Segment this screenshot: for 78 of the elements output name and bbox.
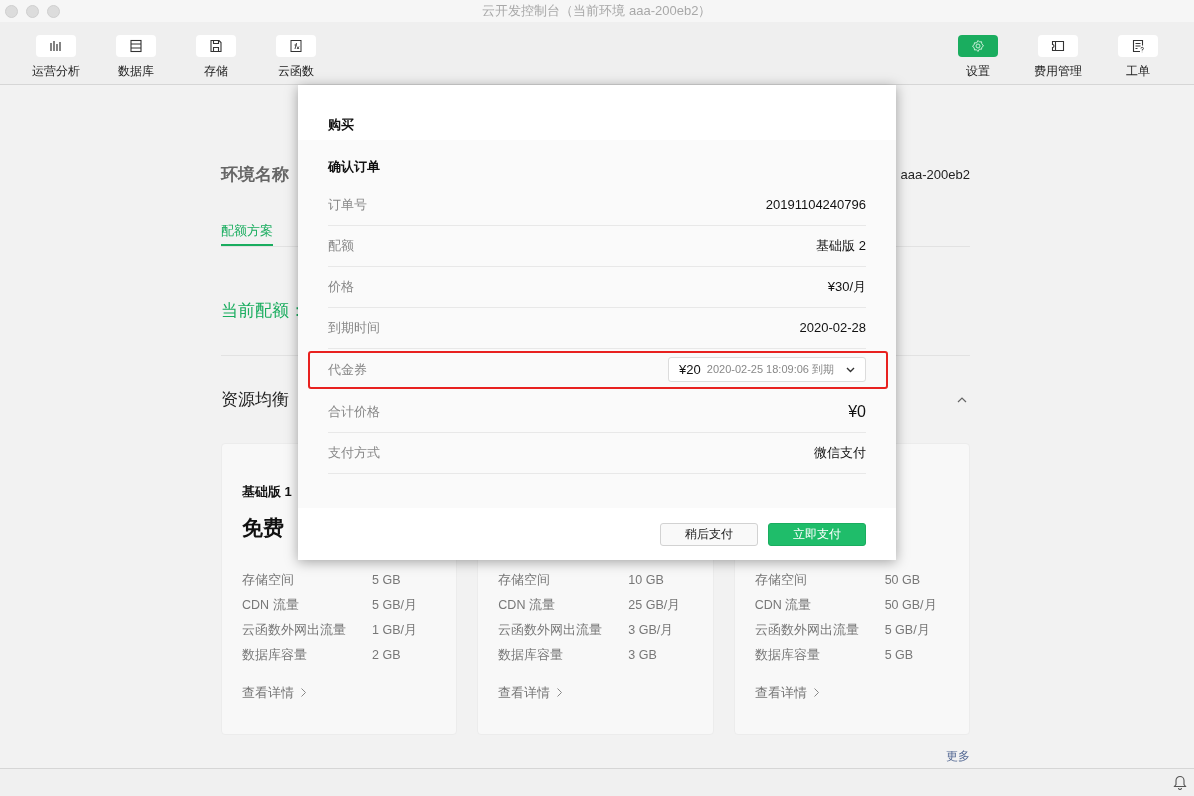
field-label: 合计价格	[328, 402, 380, 421]
form-icon	[1131, 39, 1145, 53]
spec-value: 5 GB/月	[884, 622, 930, 640]
section-title: 资源均衡	[221, 389, 289, 412]
pay-later-button[interactable]: 稍后支付	[660, 522, 758, 546]
chevron-right-icon	[301, 688, 306, 698]
details-link[interactable]: 查看详情	[242, 683, 306, 703]
function-icon	[289, 39, 303, 53]
field-label: 订单号	[328, 195, 367, 214]
total-price: ¥0	[848, 401, 866, 422]
toolbar-button[interactable]	[116, 35, 156, 57]
field-label: 价格	[328, 277, 354, 296]
spec-value: 1 GB/月	[372, 622, 417, 640]
field-label: 配额	[328, 236, 354, 255]
field-value: 20191104240796	[765, 195, 866, 214]
dialog-title: 购买	[328, 115, 354, 134]
field-label: 到期时间	[328, 318, 380, 337]
toolbar-button[interactable]	[1038, 35, 1078, 57]
toolbar-label[interactable]: 费用管理	[1034, 62, 1082, 80]
spec-label: 数据库容量	[242, 647, 308, 665]
voucher-expiry: 2020-02-25 18:09:06 到期	[706, 362, 834, 378]
spec-label: 存储空间	[754, 572, 808, 590]
field-label: 支付方式	[328, 443, 380, 462]
spec-label: 存储空间	[498, 572, 552, 590]
spec-label: 云函数外网出流量	[498, 622, 604, 640]
more-link[interactable]: 更多	[946, 747, 970, 765]
spec-label: CDN 流量	[242, 597, 300, 615]
toolbar-button[interactable]	[1118, 35, 1158, 57]
spec-label: 数据库容量	[498, 647, 565, 665]
voucher-amount: ¥20	[679, 360, 701, 379]
settings-icon	[971, 39, 985, 53]
environment-name: aaa-200eb2	[900, 166, 970, 185]
field-value: ¥30/月	[827, 277, 866, 296]
window-title: 云开发控制台（当前环境 aaa-200eb2）	[482, 2, 712, 21]
spec-value: 2 GB	[372, 647, 401, 665]
toolbar-label[interactable]: 数据库	[118, 62, 154, 80]
spec-label: 存储空间	[242, 572, 295, 590]
voucher-select[interactable]: ¥20 2020-02-25 18:09:06 到期	[668, 357, 866, 382]
details-link[interactable]: 查看详情	[754, 683, 819, 703]
toolbar-label[interactable]: 工单	[1126, 62, 1150, 80]
spec-value: 10 GB	[628, 572, 664, 590]
details-link[interactable]: 查看详情	[498, 683, 563, 703]
field-value: 微信支付	[814, 443, 866, 462]
toolbar-label[interactable]: 设置	[966, 62, 990, 80]
toolbar-label[interactable]: 存储	[204, 62, 228, 80]
ticket-icon	[1051, 39, 1065, 53]
plan-price: 免费	[242, 514, 284, 541]
spec-value: 50 GB/月	[884, 597, 937, 615]
chart-icon	[49, 39, 63, 53]
chevron-right-icon	[557, 688, 563, 698]
spec-label: 云函数外网出流量	[242, 622, 347, 640]
spec-value: 5 GB/月	[372, 597, 417, 615]
plan-name: 基础版 1	[242, 483, 292, 501]
toolbar-button[interactable]	[276, 35, 316, 57]
bell-icon[interactable]	[1173, 775, 1187, 790]
spec-value: 50 GB	[884, 572, 921, 590]
field-value: 2020-02-28	[799, 318, 866, 337]
chevron-right-icon	[813, 688, 819, 698]
spec-label: CDN 流量	[754, 597, 813, 615]
spec-value: 3 GB	[628, 647, 657, 665]
toolbar-button[interactable]	[196, 35, 236, 57]
spec-value: 5 GB	[372, 572, 401, 590]
field-label: 代金券	[328, 360, 367, 379]
dialog-heading: 确认订单	[328, 158, 380, 176]
current-quota-label: 当前配额：	[221, 300, 306, 320]
toolbar-label[interactable]: 云函数	[278, 62, 314, 80]
chevron-down-icon	[846, 366, 855, 373]
list-icon	[129, 39, 143, 53]
spec-label: 数据库容量	[754, 647, 821, 665]
environment-label: 环境名称	[221, 164, 289, 187]
chevron-up-icon[interactable]	[957, 397, 967, 403]
spec-value: 5 GB	[884, 647, 914, 665]
spec-value: 3 GB/月	[628, 622, 674, 640]
toolbar-label[interactable]: 运营分析	[32, 62, 80, 80]
spec-value: 25 GB/月	[628, 597, 681, 615]
field-value: 基础版 2	[816, 236, 866, 255]
spec-label: 云函数外网出流量	[754, 622, 860, 640]
spec-label: CDN 流量	[498, 597, 556, 615]
